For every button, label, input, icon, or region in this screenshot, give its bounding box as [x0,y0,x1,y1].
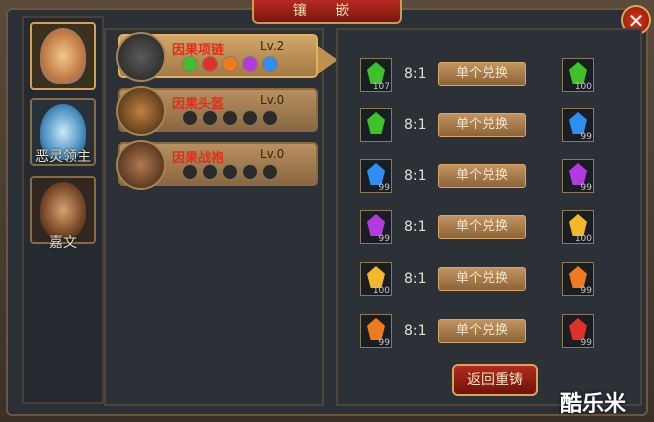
exchange-ratio: 8:1 [404,323,427,339]
equipment-item-necklace[interactable]: 因果项链 Lv.2 [116,32,318,82]
source-gem: 107 [360,58,392,92]
red-gem-icon [569,318,587,340]
gem-count: 99 [378,338,390,348]
gem-count: 99 [580,286,592,296]
gem-count: 100 [574,234,592,244]
equipment-panel [104,28,324,406]
equipment-level: Lv.0 [260,93,285,107]
source-gem [360,108,392,142]
gem-count: 99 [378,234,390,244]
gem-slot-empty[interactable] [182,110,198,126]
gem-slot-empty[interactable] [202,164,218,180]
target-gem: 100 [562,58,594,92]
gem-count: 99 [378,183,390,193]
gem-slot-empty[interactable] [222,164,238,180]
blue-gem-icon [569,112,587,134]
source-gem: 99 [360,159,392,193]
exchange-button[interactable]: 单个兑换 [438,113,526,137]
exchange-button[interactable]: 单个兑换 [438,215,526,239]
gem-slot-purple[interactable] [242,56,258,72]
return-reforge-button[interactable]: 返回重铸 [452,364,538,396]
hero-portrait-1[interactable] [30,22,96,90]
equipment-item-armor[interactable]: 因果战袍 Lv.0 [116,140,318,190]
gem-count: 100 [574,82,592,92]
purple-gem-icon [569,163,587,185]
gem-count: 99 [580,338,592,348]
source-gem: 100 [360,262,392,296]
exchange-ratio: 8:1 [404,168,427,184]
gem-slot-red[interactable] [202,56,218,72]
green-gem-icon [367,112,385,134]
gem-slot-empty[interactable] [242,164,258,180]
gem-slots [182,164,282,184]
hero-avatar [40,182,86,238]
selected-arrow-icon [318,46,338,74]
gem-count: 100 [372,286,390,296]
exchange-button[interactable]: 单个兑换 [438,62,526,86]
gem-count: 99 [580,183,592,193]
source-gem: 99 [360,210,392,244]
gem-slots [182,110,282,130]
orange-gem-icon [569,266,587,288]
target-gem: 99 [562,108,594,142]
gem-slot-orange[interactable] [222,56,238,72]
target-gem: 99 [562,262,594,296]
gem-slot-blue[interactable] [262,56,278,72]
gem-slot-empty[interactable] [262,110,278,126]
exchange-ratio: 8:1 [404,219,427,235]
exchange-button[interactable]: 单个兑换 [438,267,526,291]
blue-gem-icon [367,163,385,185]
exchange-ratio: 8:1 [404,66,427,82]
necklace-icon [116,32,166,82]
gem-slot-empty[interactable] [222,110,238,126]
gem-slots [182,56,282,76]
gem-slot-empty[interactable] [242,110,258,126]
orange-gem-icon [367,318,385,340]
hero-name: 嘉文 [49,235,77,251]
helmet-icon [116,86,166,136]
gem-count: 99 [580,132,592,142]
armor-icon [116,140,166,190]
hero-portrait-3[interactable]: 嘉文 [30,176,96,251]
green-gem-icon [569,62,587,84]
equipment-level: Lv.2 [260,39,285,53]
gem-slot-empty[interactable] [202,110,218,126]
exchange-button[interactable]: 单个兑换 [438,164,526,188]
gem-slot-empty[interactable] [182,164,198,180]
exchange-ratio: 8:1 [404,271,427,287]
target-gem: 99 [562,314,594,348]
hero-avatar [40,28,86,84]
yellow-gem-icon [569,214,587,236]
exchange-ratio: 8:1 [404,117,427,133]
hero-name: 恶灵领主 [35,149,91,165]
watermark: 酷乐米 [560,392,627,417]
yellow-gem-icon [367,266,385,288]
hero-portrait-2[interactable]: 恶灵领主 [30,98,96,166]
gem-slot-empty[interactable] [262,164,278,180]
equipment-item-helmet[interactable]: 因果头盔 Lv.0 [116,86,318,136]
gem-count: 107 [372,82,390,92]
target-gem: 100 [562,210,594,244]
purple-gem-icon [367,214,385,236]
exchange-button[interactable]: 单个兑换 [438,319,526,343]
target-gem: 99 [562,159,594,193]
gem-slot-green[interactable] [182,56,198,72]
green-gem-icon [367,62,385,84]
window-title: 镶 嵌 [252,0,402,24]
equipment-level: Lv.0 [260,147,285,161]
source-gem: 99 [360,314,392,348]
